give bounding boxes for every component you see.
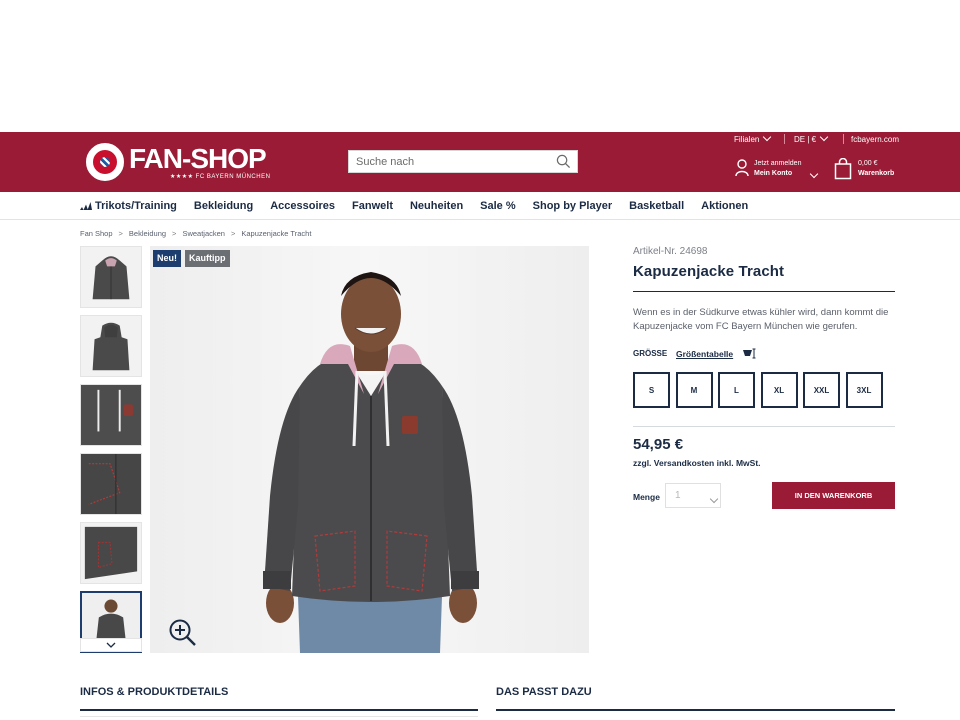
ruler-icon[interactable] [742,348,756,359]
search-box[interactable] [348,150,578,173]
quantity-select[interactable]: 1 [665,483,721,508]
nav-item-aktionen[interactable]: Aktionen [701,200,748,212]
thumbnail-detail-pocket[interactable] [80,453,142,515]
size-selector: S M L XL XXL 3XL [633,372,888,408]
size-option-3xl[interactable]: 3XL [845,372,883,408]
nav-item-label: Trikots/Training [95,200,177,212]
stores-label: Filialen [734,135,760,144]
product-price: 54,95 € [633,436,684,453]
section-divider [496,709,895,711]
section-title-product-details[interactable]: INFOS & PRODUKTDETAILS [80,686,228,698]
chevron-down-icon [819,132,829,142]
nav-item-trikots-training[interactable]: Trikots/Training [80,200,177,212]
zoom-in-icon[interactable] [168,618,198,648]
nav-item-sale[interactable]: Sale % [480,200,515,212]
search-icon[interactable] [556,154,571,169]
breadcrumb: Fan Shop > Bekleidung > Sweatjacken > Ka… [80,229,311,238]
locale-selector[interactable]: DE | € [794,132,829,144]
chevron-down-icon [809,169,819,179]
size-option-l[interactable]: L [718,372,755,408]
user-icon[interactable] [735,159,749,177]
add-to-cart-button[interactable]: IN DEN WARENKORB [772,482,895,509]
nav-item-shop-by-player[interactable]: Shop by Player [533,200,612,212]
nav-divider [0,219,960,220]
breadcrumb-item[interactable]: Sweatjacken [182,229,225,238]
shopping-bag-icon[interactable] [834,158,852,180]
divider [784,134,785,144]
chevron-down-icon [709,494,719,504]
thumbnail-scroll-down-button[interactable] [80,638,142,652]
chevron-down-icon [106,642,116,648]
size-option-m[interactable]: M [675,372,713,408]
quantity-label: Menge [633,492,660,502]
brand-subtitle: ★★★★ FC BAYERN MÜNCHEN [170,174,271,180]
nav-item-basketball[interactable]: Basketball [629,200,684,212]
breadcrumb-separator: > [172,229,177,238]
stores-link[interactable]: Filialen [734,132,772,144]
chevron-down-icon [763,132,772,142]
quantity-dropdown-toggle [706,491,719,509]
sleeve-detail-image [81,523,141,583]
nav-item-accessoires[interactable]: Accessoires [270,200,335,212]
thumbnail-front[interactable] [80,246,142,308]
main-navigation: Trikots/Training Bekleidung Accessoires … [80,199,765,213]
account-menu-toggle[interactable] [806,166,819,184]
badge-kauftipp: Kauftipp [185,250,230,267]
nav-item-neuheiten[interactable]: Neuheiten [410,200,463,212]
badge-new: Neu! [153,250,181,267]
breadcrumb-separator: > [230,229,236,238]
jacket-detail-image [81,385,141,445]
fcbayern-link[interactable]: fcbayern.com [851,135,899,144]
product-title: Kapuzenjacke Tracht [633,263,785,280]
price-divider [633,426,895,427]
pocket-detail-image [81,454,141,514]
logo-ring [91,148,119,176]
cart-total[interactable]: 0,00 € [858,160,877,167]
breadcrumb-item[interactable]: Bekleidung [129,229,166,238]
my-account-link[interactable]: Mein Konto [754,170,792,177]
size-option-s[interactable]: S [633,372,670,408]
locale-label: DE | € [794,135,817,144]
product-description: Wenn es in der Südkurve etwas kühler wir… [633,307,889,332]
article-number: Artikel-Nr. 24698 [633,246,708,257]
breadcrumb-separator: > [118,229,123,238]
breadcrumb-item[interactable]: Fan Shop [80,229,113,238]
jacket-front-image [81,247,141,307]
fc-bayern-logo[interactable] [86,143,124,181]
brand-title[interactable]: FAN-SHOP [129,145,267,173]
section-divider [80,709,478,711]
title-divider [633,291,895,292]
product-main-image[interactable] [150,246,589,653]
size-option-xxl[interactable]: XXL [803,372,840,408]
adidas-icon [80,202,92,210]
breadcrumb-current: Kapuzenjacke Tracht [241,229,312,238]
shipping-note: zzgl. Versandkosten inkl. MwSt. [633,458,761,468]
size-label: GRÖSSE [633,349,668,358]
thumbnail-detail-sleeve[interactable] [80,522,142,584]
login-link[interactable]: Jetzt anmelden [754,160,801,167]
size-chart-link[interactable]: Größentabelle [676,349,733,359]
thumbnail-back[interactable] [80,315,142,377]
logo-rautenmuster [100,157,110,167]
nav-item-bekleidung[interactable]: Bekleidung [194,200,253,212]
section-title-related-products: DAS PASST DAZU [496,686,592,698]
nav-item-fanwelt[interactable]: Fanwelt [352,200,393,212]
section-subdivider [80,716,478,717]
cart-label[interactable]: Warenkorb [858,170,894,177]
quantity-value: 1 [675,490,681,501]
size-option-xl[interactable]: XL [760,372,798,408]
divider [843,134,844,144]
search-input[interactable] [349,151,549,172]
thumbnail-detail-drawstring[interactable] [80,384,142,446]
jacket-back-image [81,316,141,376]
model-wearing-jacket-image [150,246,589,653]
